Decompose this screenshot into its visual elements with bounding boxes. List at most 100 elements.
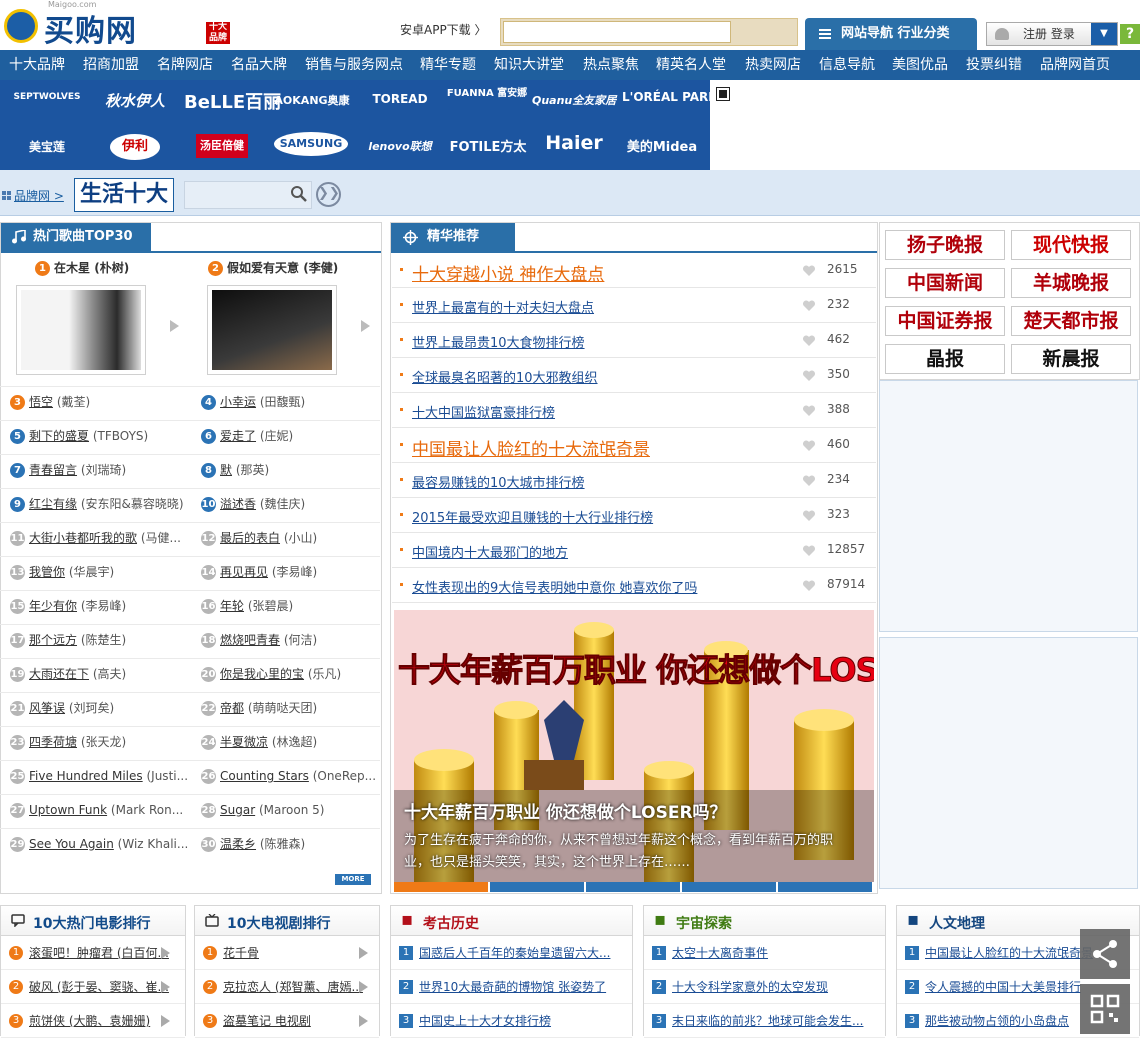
featured-title[interactable]: 2015年最受欢迎且赚钱的十大行业排行榜 [412,507,653,526]
help-icon[interactable]: ? [1120,24,1140,44]
newspaper-link[interactable]: 楚天都市报 [1011,306,1131,336]
newspaper-link[interactable]: 晶报 [885,344,1005,374]
slide-indicator[interactable] [716,87,730,101]
featured-item[interactable]: 全球最臭名昭著的10大邪教组织 350 [392,358,876,393]
android-app-download-link[interactable]: 安卓APP下载 〉 [400,21,487,38]
brand-logo[interactable]: FOTILE方太 [446,136,530,155]
featured-item[interactable]: 中国境内十大最邪门的地方 12857 [392,533,876,568]
song-title[interactable]: 在木星 [54,261,90,275]
login-register-box[interactable]: 注册 登录 ▼ [986,22,1118,46]
ranking-title[interactable]: 世界10大最奇葩的博物馆 张姿势了 [419,970,619,1003]
qr-code-button[interactable] [1080,984,1130,1034]
brand-logo[interactable]: L'ORÉAL PARIS [622,90,721,104]
song-list-item[interactable]: 8默 (那英) [201,460,386,480]
brand-logo[interactable]: SEPTWOLVES [8,92,86,102]
ranking-item[interactable]: 1 滚蛋吧！肿瘤君 (白百何... [1,936,185,970]
heart-icon[interactable] [802,300,816,312]
ad-slot[interactable] [879,637,1138,889]
brand-logo[interactable]: 汤臣倍健 [196,134,248,158]
ranking-title[interactable]: 末日来临的前兆？地球可能会发生... [672,1004,872,1037]
song-list-item[interactable]: 21 风筝误 (刘珂矣) [10,698,195,718]
song-list-item[interactable]: 23 四季荷塘 (张天龙) [10,732,195,752]
featured-item[interactable]: 女性表现出的9大信号表明她中意你 她喜欢你了吗 87914 [392,568,876,603]
brand-logo[interactable]: Quanu全友家居 [532,92,616,108]
ranking-item[interactable]: 2 十大令科学家意外的太空发现 [644,970,885,1004]
song-title[interactable]: 青春留言 [29,463,77,477]
song-title[interactable]: 我管你 [29,565,65,579]
brand-logo[interactable]: AOKANG奥康 [270,92,354,108]
top-song-title[interactable]: 2 假如爱有天意 (李健) [208,259,338,276]
featured-title[interactable]: 中国境内十大最邪门的地方 [412,542,568,561]
featured-item[interactable]: 十大中国监狱富豪排行榜 388 [392,393,876,428]
ranking-item[interactable]: 2 克拉恋人 (郑智薰、唐嫣... [195,970,379,1004]
song-list-item[interactable]: 19 大雨还在下 (高夫) [10,664,195,684]
featured-item[interactable]: 世界上最富有的十对夫妇大盘点 232 [392,288,876,323]
ranking-title[interactable]: 滚蛋吧！肿瘤君 (白百何... [29,936,179,969]
newspaper-link[interactable]: 中国新闻 [885,268,1005,298]
play-icon[interactable] [359,947,368,959]
brand-logo[interactable]: Haier [534,132,614,154]
album-cover[interactable] [207,285,337,375]
song-title[interactable]: 半夏微凉 [220,735,268,749]
brand-logo[interactable]: BeLLE百丽 [184,88,281,114]
newspaper-link[interactable]: 新晨报 [1011,344,1131,374]
play-icon[interactable] [161,947,170,959]
nav-item[interactable]: 精英名人堂 [656,50,726,80]
banner-tab-active[interactable] [394,882,488,892]
ranking-title[interactable]: 国惑后人千百年的秦始皇遗留六大... [419,936,619,969]
nav-item[interactable]: 精华专题 [420,50,476,80]
song-list-item[interactable]: 24 半夏微凉 (林逸超) [201,732,386,752]
song-title[interactable]: 风筝误 [29,701,65,715]
song-title[interactable]: 剩下的盛夏 [29,429,89,443]
song-list-item[interactable]: 20 你是我心里的宝 (乐凡) [201,664,386,684]
song-list-item[interactable]: 16 年轮 (张碧晨) [201,596,386,616]
site-navigation-tab[interactable]: 网站导航 行业分类 [805,18,977,50]
song-list-item[interactable]: 14 再见再见 (李易峰) [201,562,386,582]
play-icon[interactable] [359,981,368,993]
ranking-title[interactable]: 盗墓笔记 电视剧 [223,1004,373,1037]
song-title[interactable]: 小幸运 [220,395,256,409]
featured-item[interactable]: 2015年最受欢迎且赚钱的十大行业排行榜 323 [392,498,876,533]
brand-logo[interactable]: 秋水伊人 [96,90,174,111]
share-button[interactable] [1080,929,1130,979]
ranking-item[interactable]: 3 中国史上十大才女排行榜 [391,1004,632,1038]
featured-title[interactable]: 世界上最昂贵10大食物排行榜 [412,332,585,351]
nav-item[interactable]: 热点聚焦 [583,50,639,80]
song-list-item[interactable]: 29 See You Again (Wiz Khali... [10,834,195,854]
song-title[interactable]: 温柔乡 [220,837,256,851]
song-title[interactable]: 大雨还在下 [29,667,89,681]
newspaper-link[interactable]: 扬子晚报 [885,230,1005,260]
song-title[interactable]: 你是我心里的宝 [220,667,304,681]
song-title[interactable]: 大街小巷都听我的歌 [29,531,137,545]
heart-icon[interactable] [802,370,816,382]
song-list-item[interactable]: 22 帝都 (萌萌哒天团) [201,698,386,718]
play-icon[interactable] [161,981,170,993]
nav-item[interactable]: 品牌网首页 [1040,50,1110,80]
play-icon[interactable] [359,1015,368,1027]
song-title[interactable]: 红尘有缘 [29,497,77,511]
more-button[interactable]: MORE [335,874,371,885]
song-title[interactable]: 那个远方 [29,633,77,647]
banner-tab[interactable] [490,882,584,892]
song-title[interactable]: 假如爱有天意 [227,261,299,275]
ranking-item[interactable]: 1 花千骨 [195,936,379,970]
featured-title[interactable]: 十大穿越小说 神作大盘点 [412,260,604,285]
song-title[interactable]: See You Again [29,837,114,851]
song-title[interactable]: 悟空 [29,395,53,409]
song-list-item[interactable]: 6 爱走了 (庄妮) [201,426,386,446]
banner-tab[interactable] [586,882,680,892]
brand-logo[interactable]: 伊利 [110,134,160,160]
song-title[interactable]: 燃烧吧青春 [220,633,280,647]
song-list-item[interactable]: 3 悟空 (戴荃) [10,392,195,412]
featured-item[interactable]: 中国最让人脸红的十大流氓奇景 460 [392,428,876,463]
ranking-title[interactable]: 中国史上十大才女排行榜 [419,1004,619,1037]
banner-caption[interactable]: 十大年薪百万职业 你还想做个LOSER吗？ [404,798,727,823]
featured-title[interactable]: 世界上最富有的十对夫妇大盘点 [412,297,594,316]
featured-item[interactable]: 世界上最昂贵10大食物排行榜 462 [392,323,876,358]
song-list-item[interactable]: 10 溢述香 (魏佳庆) [201,494,386,514]
featured-title[interactable]: 全球最臭名昭著的10大邪教组织 [412,367,598,386]
song-list-item[interactable]: 7 青春留言 (刘瑞琦) [10,460,195,480]
song-title[interactable]: Five Hundred Miles [29,769,143,783]
brand-logo[interactable]: lenovo联想 [358,138,442,154]
song-title[interactable]: 最后的表白 [220,531,280,545]
